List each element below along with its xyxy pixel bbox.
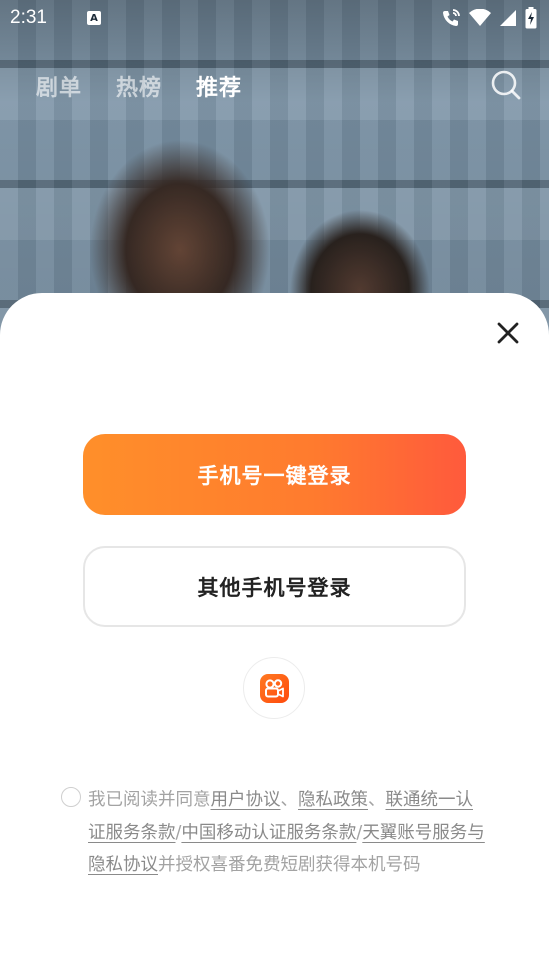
wifi-icon xyxy=(469,9,491,26)
close-icon[interactable] xyxy=(495,320,521,346)
privacy-policy-link[interactable]: 隐私政策 xyxy=(298,790,368,810)
search-icon[interactable] xyxy=(490,69,522,101)
agreement-separator: 、 xyxy=(280,790,299,810)
user-agreement-link[interactable]: 用户协议 xyxy=(211,790,281,810)
signal-icon xyxy=(500,10,516,26)
status-time: 2:31 xyxy=(10,7,47,28)
battery-charging-icon xyxy=(525,7,537,29)
kuaishou-icon xyxy=(259,673,289,703)
call-wifi-icon xyxy=(443,9,460,26)
agreement-text: 我已阅读并同意用户协议、隐私政策、联通统一认证服务条款/中国移动认证服务条款/天… xyxy=(88,784,488,882)
one-click-login-button[interactable]: 手机号一键登录 xyxy=(83,434,466,515)
video-overlay xyxy=(0,0,549,340)
kuaishou-login-button[interactable] xyxy=(243,657,305,719)
cmcc-terms-link[interactable]: 中国移动认证服务条款 xyxy=(181,823,356,843)
status-bar: 2:31 A xyxy=(0,0,549,36)
agreement-prefix: 我已阅读并同意 xyxy=(88,790,211,810)
agreement-separator: 、 xyxy=(368,790,386,810)
tab-recommend[interactable]: 推荐 xyxy=(196,70,242,102)
agreement-suffix: 并授权喜番免费短剧获得本机号码 xyxy=(158,855,421,875)
tab-hot-list[interactable]: 热榜 xyxy=(116,70,162,102)
input-indicator-icon: A xyxy=(86,11,101,25)
agreement-checkbox[interactable] xyxy=(61,787,81,807)
top-tab-bar: 剧单 热榜 推荐 xyxy=(36,70,242,102)
other-phone-login-button[interactable]: 其他手机号登录 xyxy=(83,546,466,627)
tab-playlist[interactable]: 剧单 xyxy=(36,70,82,102)
status-icons xyxy=(441,7,537,29)
